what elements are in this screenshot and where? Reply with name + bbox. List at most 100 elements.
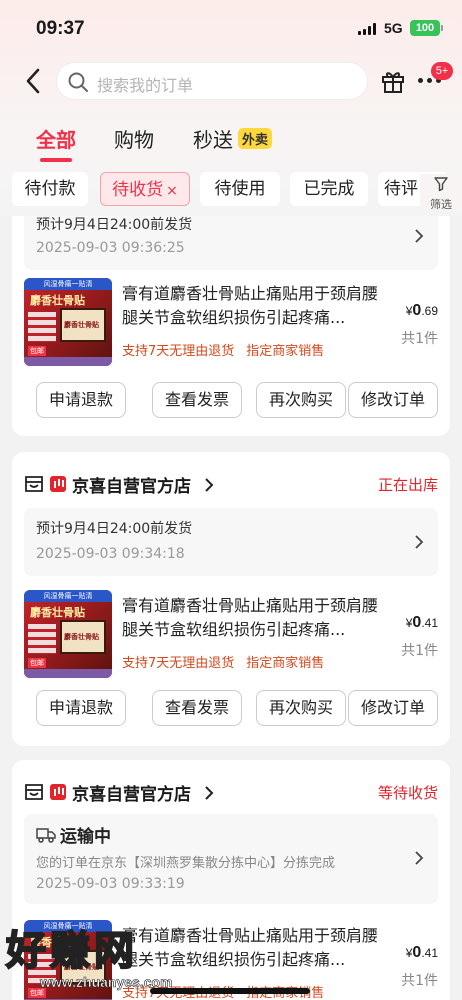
- image-box: 麝香壮骨贴: [60, 620, 106, 654]
- shop-row[interactable]: 京喜自营官方店 等待收货: [24, 780, 438, 806]
- network-label: 5G: [384, 20, 403, 36]
- image-box-label: 麝香壮骨贴: [64, 321, 99, 329]
- image-brand: 麝香壮骨贴: [30, 606, 85, 619]
- watermark: 好赚网 www.zhuanyes.com: [0, 918, 240, 996]
- image-bottom-strip: [24, 669, 112, 678]
- transit-status: 运输中: [60, 827, 111, 847]
- clear-filter-icon[interactable]: ×: [166, 183, 178, 199]
- signal-icon: [358, 23, 376, 35]
- price-dec: .69: [421, 304, 438, 318]
- chip-label: 待收货: [112, 180, 164, 200]
- chip-label: 已完成: [303, 179, 355, 199]
- status-bar: 09:37 5G 100: [0, 14, 462, 44]
- modify-order-button[interactable]: 修改订单: [348, 690, 438, 726]
- buy-again-button[interactable]: 再次购买: [256, 382, 346, 418]
- shop-name[interactable]: 京喜自营官方店: [72, 472, 191, 497]
- image-bottom-strip: [24, 357, 112, 366]
- filter-button[interactable]: 筛选: [420, 174, 462, 211]
- product-tags: 支持7天无理由退货指定商家销售: [122, 340, 336, 359]
- back-button[interactable]: [22, 66, 46, 96]
- more-dot: [418, 78, 423, 83]
- price-int: 0: [412, 614, 422, 631]
- product-price: ¥0.41: [406, 614, 438, 632]
- logistics-info[interactable]: 运输中 您的订单在京东【深圳燕罗集散分拣中心】分拣完成 2025-09-03 0…: [24, 814, 438, 904]
- filter-chip-pending-payment[interactable]: 待付款: [12, 172, 88, 206]
- chevron-right-icon: [415, 229, 424, 243]
- apply-refund-button[interactable]: 申请退款: [36, 690, 126, 726]
- product-tag: 指定商家销售: [246, 344, 325, 359]
- gift-icon: [382, 72, 404, 93]
- order-card[interactable]: 预计9月4日24:00前发货 2025-09-03 09:36:25 风湿骨痛一…: [12, 216, 450, 436]
- image-box: 麝香壮骨贴: [60, 308, 106, 342]
- view-invoice-button[interactable]: 查看发票: [152, 690, 242, 726]
- battery-icon: 100: [410, 20, 440, 36]
- order-time: 2025-09-03 09:34:18: [36, 546, 185, 562]
- shop-row[interactable]: 京喜自营官方店 正在出库: [24, 472, 438, 498]
- tab-miaosong[interactable]: 秒送: [193, 124, 233, 153]
- order-actions: 申请退款 查看发票 再次购买 修改订单: [24, 690, 438, 726]
- more-dot: [427, 78, 432, 83]
- tab-underline: [40, 158, 72, 162]
- view-invoice-button[interactable]: 查看发票: [152, 382, 242, 418]
- status-filters: 待付款 待收货 × 待使用 已完成 待评: [12, 172, 462, 208]
- watermark-text: 好赚网: [5, 927, 138, 975]
- modify-order-button[interactable]: 修改订单: [348, 382, 438, 418]
- order-actions: 申请退款 查看发票 再次购买 修改订单: [24, 382, 438, 418]
- order-card[interactable]: 京喜自营官方店 正在出库 预计9月4日24:00前发货 2025-09-03 0…: [12, 452, 450, 746]
- chevron-right-icon: [415, 851, 424, 865]
- shop-logo: [50, 476, 66, 492]
- price-dec: .41: [421, 946, 438, 960]
- product-price: ¥0.41: [406, 944, 438, 962]
- image-side: [28, 312, 56, 342]
- product-qty: 共1件: [401, 331, 438, 347]
- buy-again-button[interactable]: 再次购买: [256, 690, 346, 726]
- product-qty: 共1件: [401, 973, 438, 989]
- filter-chip-pending-use[interactable]: 待使用: [200, 172, 280, 206]
- truck-icon: [36, 828, 56, 843]
- delivery-info[interactable]: 预计9月4日24:00前发货 2025-09-03 09:36:25: [24, 216, 438, 270]
- product-tags: 支持7天无理由退货指定商家销售: [122, 652, 336, 671]
- shop-name[interactable]: 京喜自营官方店: [72, 780, 191, 805]
- product-image[interactable]: 风湿骨痛一贴清 麝香壮骨贴 麝香壮骨贴 包邮: [24, 278, 112, 366]
- delivery-info[interactable]: 预计9月4日24:00前发货 2025-09-03 09:34:18: [24, 508, 438, 576]
- product-item[interactable]: 风湿骨痛一贴清 麝香壮骨贴 麝香壮骨贴 包邮 膏有道麝香壮骨贴止痛贴用于颈肩腰腿…: [24, 590, 438, 680]
- store-icon: [25, 784, 43, 800]
- filter-chip-completed[interactable]: 已完成: [290, 172, 368, 206]
- product-tag: 支持7天无理由退货: [122, 656, 235, 671]
- delivery-estimate: 预计9月4日24:00前发货: [36, 521, 193, 537]
- funnel-icon: [434, 177, 448, 192]
- apply-refund-button[interactable]: 申请退款: [36, 382, 126, 418]
- store-icon: [25, 476, 43, 492]
- shop-logo: [50, 784, 66, 800]
- chip-label: 待付款: [24, 179, 76, 199]
- image-side: [28, 624, 56, 654]
- image-strip: 风湿骨痛一贴清: [24, 590, 112, 602]
- gift-button[interactable]: [380, 68, 406, 98]
- chevron-right-icon: [205, 478, 214, 492]
- tab-shopping[interactable]: 购物: [114, 124, 154, 153]
- search-placeholder: 搜索我的订单: [97, 76, 194, 95]
- chip-label: 待评: [384, 179, 418, 199]
- battery-tip: [441, 25, 443, 31]
- filter-chip-pending-receipt[interactable]: 待收货 ×: [100, 172, 190, 206]
- delivery-estimate: 预计9月4日24:00前发货: [36, 217, 193, 233]
- image-baoyou: 包邮: [28, 346, 46, 356]
- home-indicator: [150, 988, 310, 994]
- image-baoyou: 包邮: [28, 658, 46, 668]
- search-icon: [68, 72, 88, 92]
- product-title: 膏有道麝香壮骨贴止痛贴用于颈肩腰腿关节盒软组织损伤引起疼痛...: [122, 284, 379, 327]
- status-time: 09:37: [36, 18, 85, 39]
- header: 09:37 5G 100 搜索我的订单 5+ 全部 购物 秒送 外卖 待付款 待…: [0, 0, 462, 216]
- search-input[interactable]: 搜索我的订单: [56, 62, 368, 100]
- price-int: 0: [412, 302, 422, 319]
- product-item[interactable]: 风湿骨痛一贴清 麝香壮骨贴 麝香壮骨贴 包邮 膏有道麝香壮骨贴止痛贴用于颈肩腰腿…: [24, 278, 438, 368]
- message-badge: 5+: [431, 62, 453, 80]
- tab-all[interactable]: 全部: [36, 124, 76, 153]
- product-tag: 支持7天无理由退货: [122, 344, 235, 359]
- order-status: 等待收货: [377, 784, 438, 802]
- image-strip: 风湿骨痛一贴清: [24, 278, 112, 290]
- product-tag: 指定商家销售: [246, 656, 325, 671]
- product-image[interactable]: 风湿骨痛一贴清 麝香壮骨贴 麝香壮骨贴 包邮: [24, 590, 112, 678]
- price-int: 0: [412, 944, 422, 961]
- price-dec: .41: [421, 616, 438, 630]
